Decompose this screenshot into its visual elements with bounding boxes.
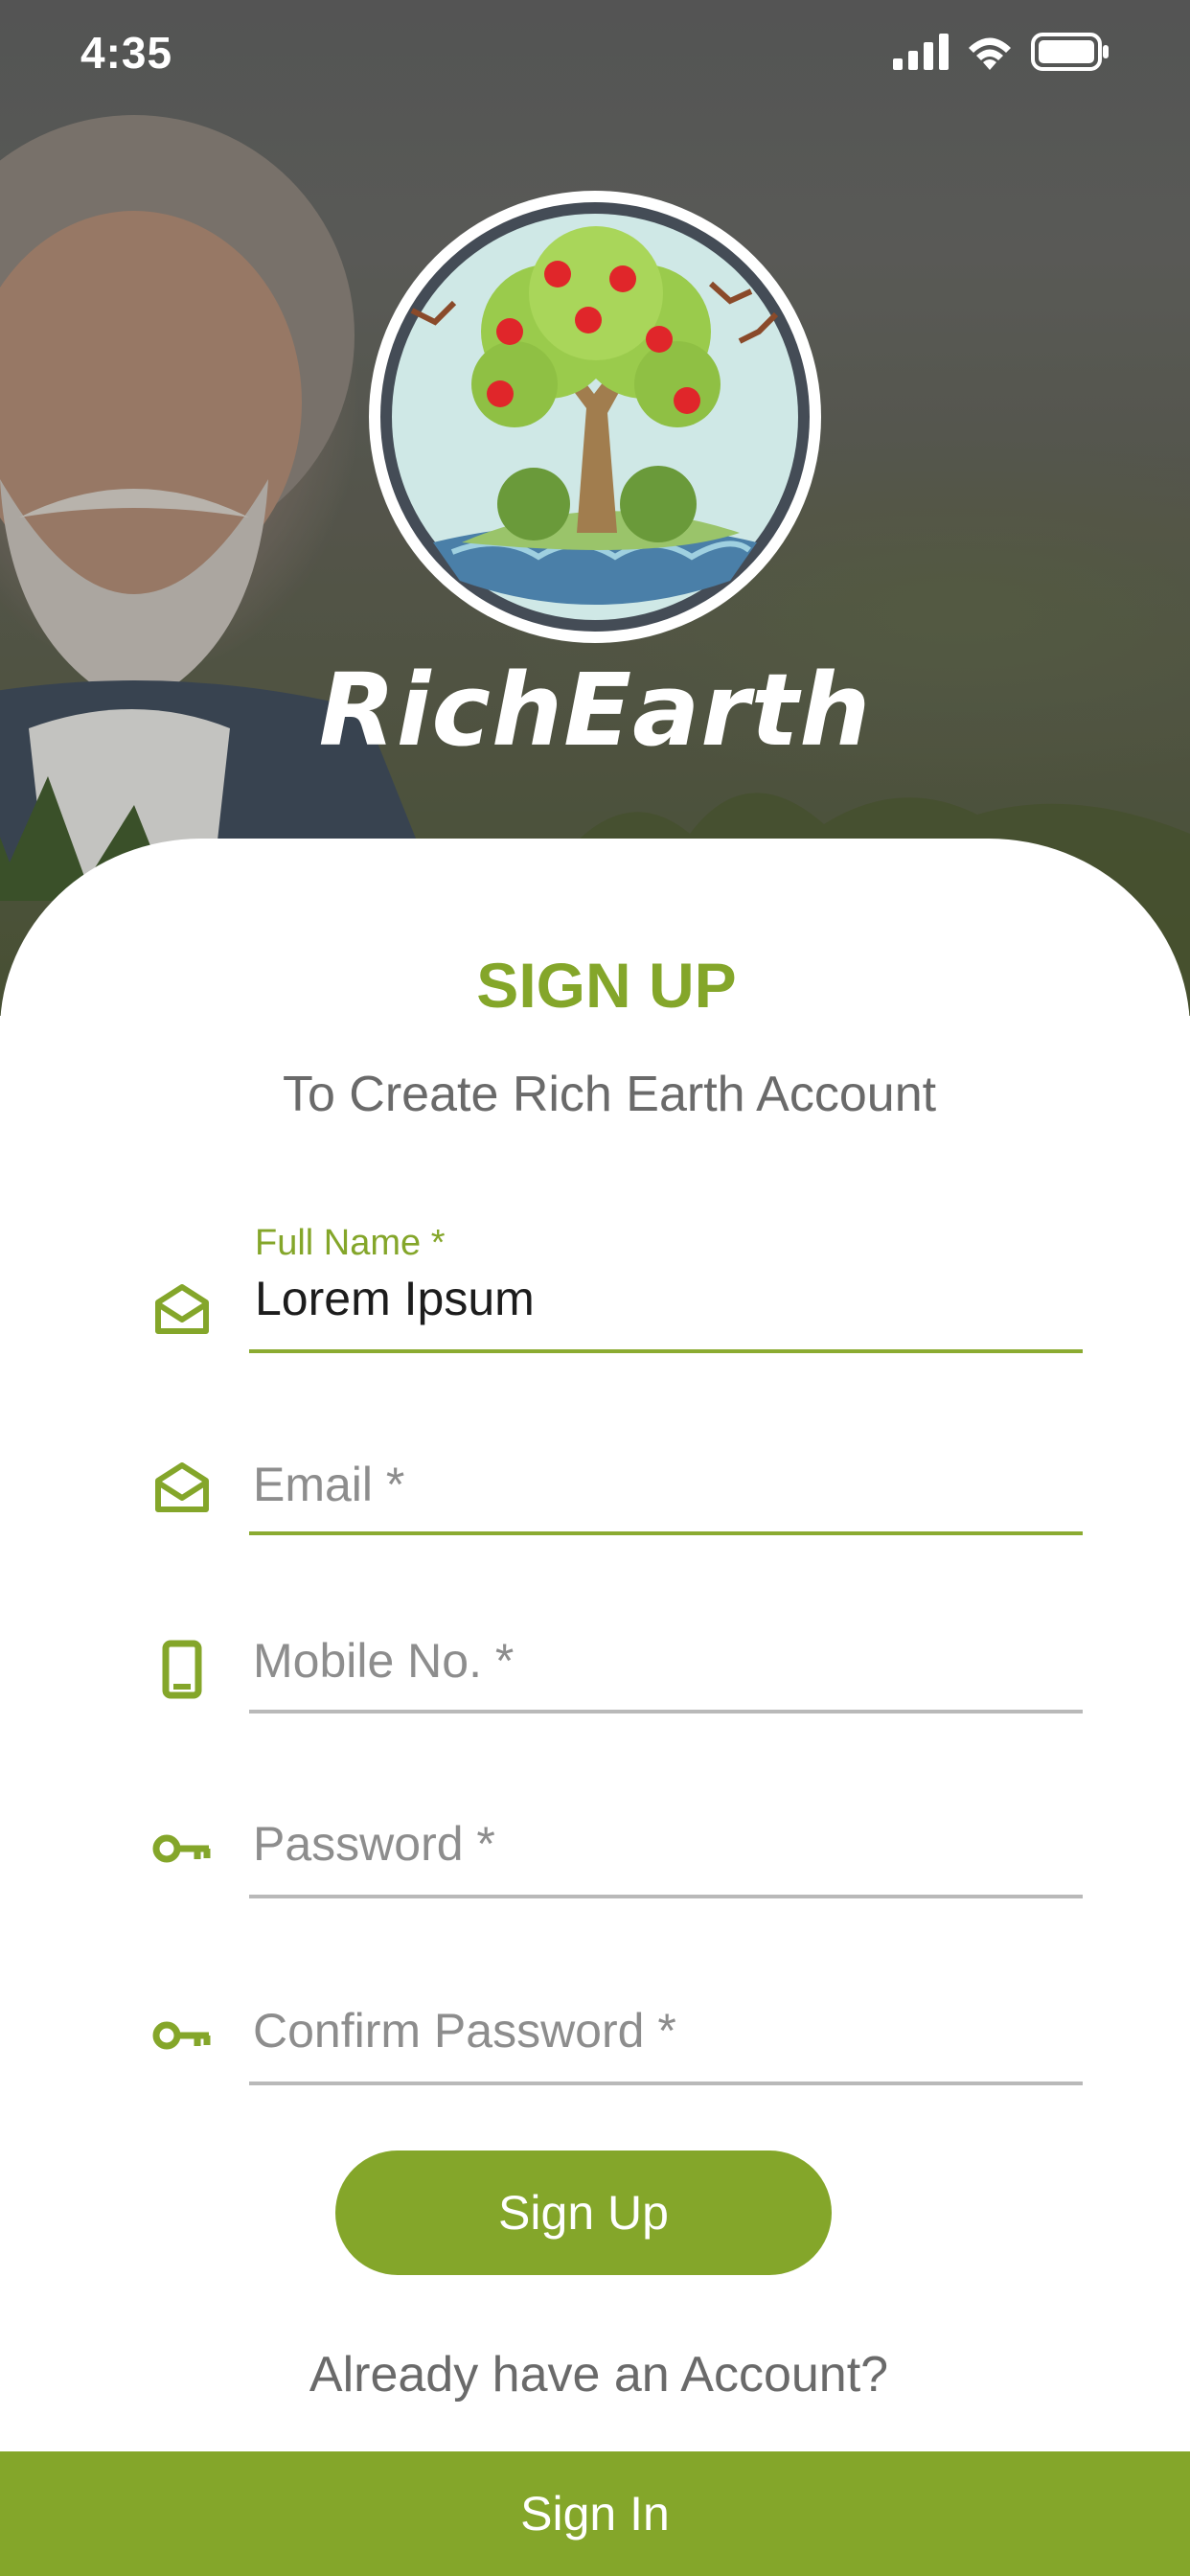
page-title: SIGN UP xyxy=(476,950,737,1021)
full-name-underline xyxy=(249,1349,1083,1353)
confirm-password-placeholder[interactable]: Confirm Password * xyxy=(253,2003,676,2058)
password-field[interactable]: Password * xyxy=(144,1806,1083,1912)
page-subtitle: To Create Rich Earth Account xyxy=(282,1067,937,1122)
envelope-icon xyxy=(144,1271,220,1347)
already-account-text: Already have an Account? xyxy=(309,2347,889,2403)
email-placeholder[interactable]: Email * xyxy=(253,1457,404,1512)
richearth-logo xyxy=(369,191,821,643)
email-field[interactable]: Email * xyxy=(144,1438,1083,1543)
mobile-placeholder[interactable]: Mobile No. * xyxy=(253,1633,514,1689)
status-bar: 4:35 xyxy=(0,0,1190,105)
password-underline xyxy=(249,1895,1083,1898)
mobile-icon xyxy=(144,1631,220,1708)
sign-in-button[interactable]: Sign In xyxy=(0,2451,1190,2576)
password-placeholder[interactable]: Password * xyxy=(253,1816,495,1872)
key-icon xyxy=(144,1810,220,1887)
full-name-label: Full Name * xyxy=(255,1223,446,1263)
signal-icon xyxy=(893,34,949,70)
full-name-value[interactable]: Lorem Ipsum xyxy=(255,1271,535,1326)
envelope-icon xyxy=(144,1449,220,1526)
email-underline xyxy=(249,1531,1083,1535)
mobile-underline xyxy=(249,1710,1083,1714)
status-time: 4:35 xyxy=(80,28,173,78)
confirm-password-underline xyxy=(249,2082,1083,2085)
wifi-icon xyxy=(969,37,1011,70)
battery-icon xyxy=(1031,33,1109,71)
key-icon xyxy=(144,1997,220,2074)
brand-name: RichEarth xyxy=(318,652,872,769)
confirm-password-field[interactable]: Confirm Password * xyxy=(144,1993,1083,2099)
status-icons xyxy=(893,33,1110,71)
full-name-field[interactable]: Full Name * Lorem Ipsum xyxy=(144,1217,1083,1361)
mobile-field[interactable]: Mobile No. * xyxy=(144,1620,1083,1725)
sign-up-button[interactable]: Sign Up xyxy=(335,2150,832,2275)
